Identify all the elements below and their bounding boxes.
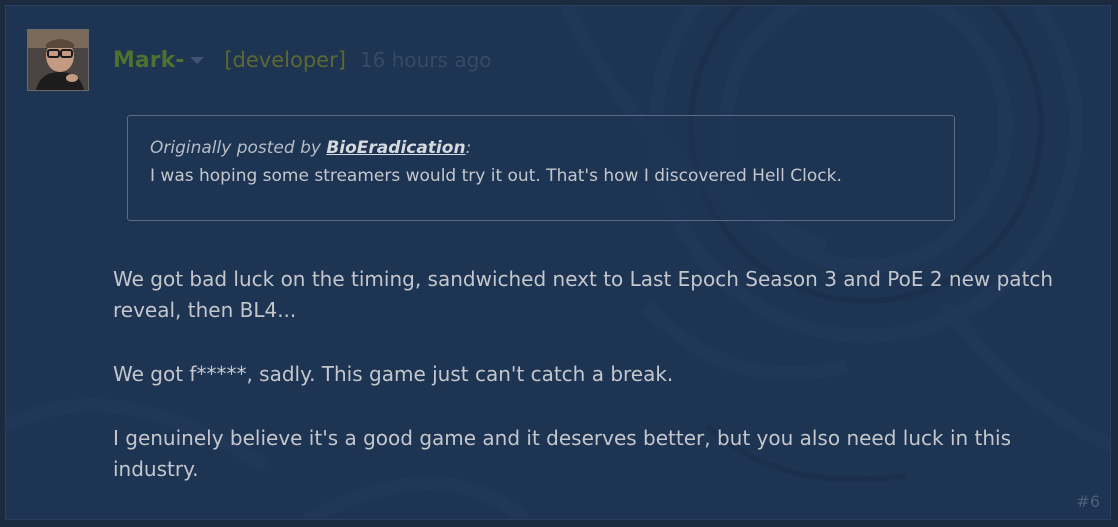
- quote-author-link[interactable]: BioEradication: [326, 138, 465, 158]
- chevron-down-icon[interactable]: [190, 56, 205, 64]
- post-paragraph: We got bad luck on the timing, sandwiche…: [113, 267, 1054, 322]
- author-name[interactable]: Mark-: [113, 48, 184, 73]
- post-paragraph: I genuinely believe it's a good game and…: [113, 426, 1012, 481]
- post-timestamp: 16 hours ago: [359, 48, 492, 72]
- quote-prefix: Originally posted by: [150, 138, 327, 158]
- avatar[interactable]: [27, 29, 89, 91]
- developer-badge: [developer]: [224, 48, 346, 72]
- post-body: We got bad luck on the timing, sandwiche…: [113, 264, 1073, 518]
- avatar-photo: [28, 30, 88, 90]
- quote-suffix: :: [465, 138, 472, 158]
- post-header: Mark- [developer] 16 hours ago: [113, 44, 492, 76]
- quote-text: I was hoping some streamers would try it…: [150, 166, 842, 186]
- quote-block: Originally posted by BioEradication: I w…: [127, 115, 955, 221]
- post-number-link[interactable]: #6: [1076, 492, 1100, 511]
- post-paragraph: We got f*****, sadly. This game just can…: [113, 362, 674, 386]
- quote-header: Originally posted by BioEradication:: [150, 138, 932, 158]
- forum-post: Mark- [developer] 16 hours ago Originall…: [5, 5, 1111, 520]
